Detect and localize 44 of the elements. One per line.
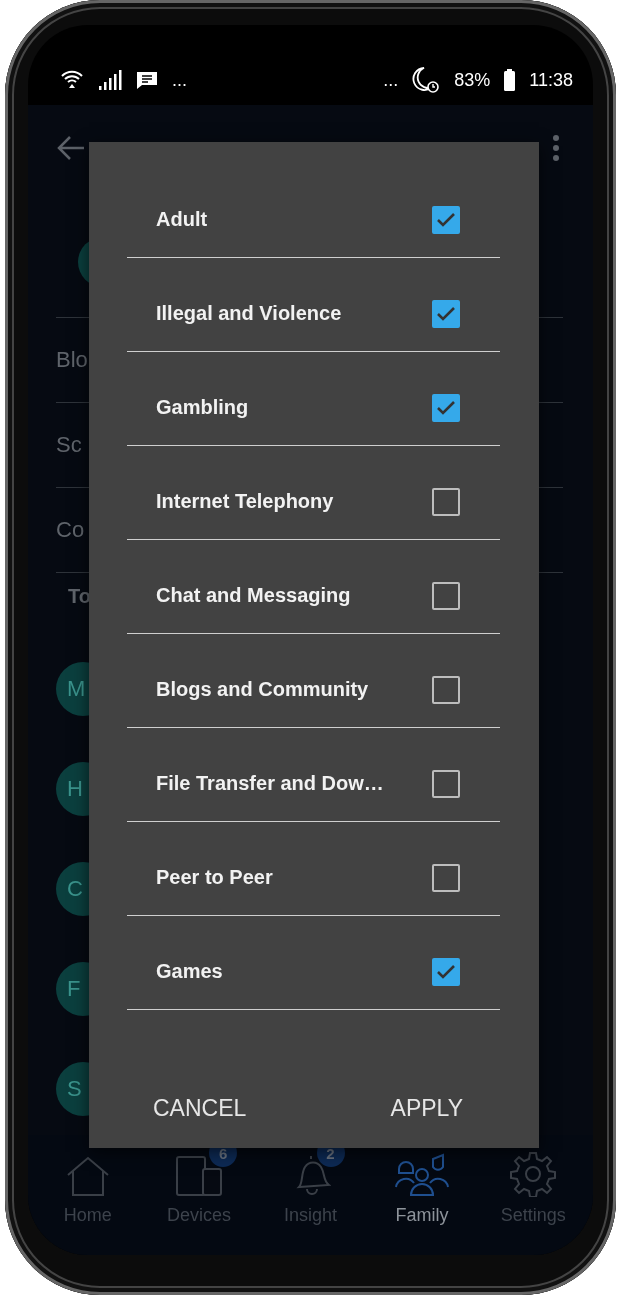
- nav-tab[interactable]: Family: [366, 1135, 478, 1255]
- checkbox[interactable]: [432, 205, 460, 234]
- checkbox[interactable]: [432, 581, 460, 610]
- check-icon: [436, 399, 456, 416]
- family-icon: [394, 1153, 449, 1197]
- checkbox[interactable]: [432, 769, 460, 798]
- category-label: Chat and Messaging: [156, 584, 352, 607]
- check-icon: [436, 211, 456, 228]
- checkbox[interactable]: [432, 393, 460, 422]
- more-icon[interactable]: [552, 134, 560, 161]
- category-label: Games: [156, 960, 224, 983]
- status-more: ...: [383, 69, 399, 91]
- nav-tab[interactable]: Home: [32, 1135, 144, 1255]
- checkbox[interactable]: [432, 487, 460, 516]
- battery-icon: [504, 69, 516, 91]
- message-icon: [136, 70, 158, 90]
- section-label: To: [68, 585, 91, 607]
- category-label: Internet Telephony: [156, 490, 335, 513]
- status-more: ...: [172, 69, 187, 91]
- checkbox[interactable]: [432, 299, 460, 328]
- clock: 11:38: [529, 69, 573, 91]
- battery-percent: 83%: [454, 69, 491, 91]
- category-label: Peer to Peer: [156, 866, 274, 889]
- category-label: Adult: [156, 208, 209, 231]
- cancel-button[interactable]: CANCEL: [153, 1079, 247, 1138]
- check-icon: [436, 305, 456, 322]
- checkbox[interactable]: [432, 863, 460, 892]
- settings-row-label: Blo: [56, 347, 88, 373]
- category-label: Gambling: [156, 396, 250, 419]
- category-label: Illegal and Violence: [156, 302, 343, 325]
- checkbox[interactable]: [432, 675, 460, 704]
- nav-tab[interactable]: Settings: [477, 1135, 590, 1255]
- settings-row-label: Co: [56, 517, 85, 543]
- signal-icon: [98, 69, 122, 91]
- settings-icon: [510, 1151, 557, 1197]
- checkbox[interactable]: [432, 957, 460, 986]
- check-icon: [436, 963, 456, 980]
- moon-alarm-icon: [412, 66, 441, 94]
- settings-row-label: Sc: [56, 432, 82, 458]
- category-label: File Transfer and Dow…: [156, 772, 385, 795]
- back-icon[interactable]: [56, 134, 86, 161]
- category-label: Blogs and Community: [156, 678, 370, 701]
- apply-button[interactable]: APPLY: [390, 1079, 463, 1138]
- house-icon: [65, 1155, 110, 1197]
